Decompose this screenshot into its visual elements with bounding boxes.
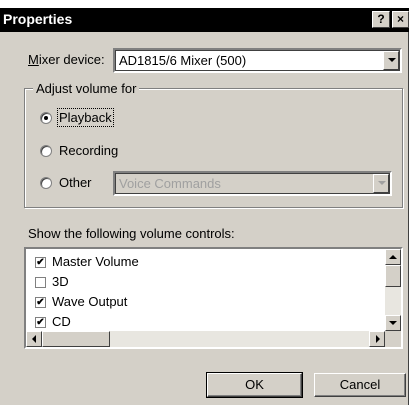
checkbox-master-volume[interactable]: ✔ <box>35 257 46 268</box>
other-device-value: Voice Commands <box>119 176 221 191</box>
mixer-device-label: Mixer device: <box>28 52 105 67</box>
arrow-left-icon <box>32 335 36 343</box>
chevron-down-icon <box>378 181 386 185</box>
other-device-combo: Voice Commands <box>113 171 392 196</box>
help-button[interactable]: ? <box>372 11 390 28</box>
scrollbar-corner <box>385 331 401 347</box>
volume-controls-label: Show the following volume controls: <box>28 226 235 241</box>
arrow-down-icon <box>389 321 397 325</box>
radio-playback-label[interactable]: Playback <box>57 108 114 127</box>
top-edge <box>0 0 409 8</box>
checkbox-3d[interactable] <box>35 277 46 288</box>
radio-other-label[interactable]: Other <box>59 175 92 190</box>
list-item-label: 3D <box>52 274 69 289</box>
checkbox-cd[interactable]: ✔ <box>35 317 46 328</box>
window-title: Properties <box>3 11 73 27</box>
arrow-right-icon <box>376 335 380 343</box>
ok-button[interactable]: OK <box>206 372 303 398</box>
horizontal-scrollbar[interactable] <box>26 331 385 347</box>
scroll-right-button[interactable] <box>369 331 385 347</box>
list-item-label: Master Volume <box>52 254 139 269</box>
title-bar: Properties ? × <box>0 8 409 32</box>
mixer-device-dropdown-button[interactable] <box>383 51 399 70</box>
close-button[interactable]: × <box>392 11 409 28</box>
arrow-up-icon <box>389 255 397 259</box>
volume-controls-list[interactable]: ✔ Master Volume 3D ✔ Wave Output ✔ CD <box>24 247 403 349</box>
radio-other-indicator[interactable] <box>40 177 52 189</box>
radio-recording-indicator[interactable] <box>40 145 52 157</box>
mixer-device-value: AD1815/6 Mixer (500) <box>119 53 247 68</box>
chevron-down-icon <box>388 58 396 62</box>
checkbox-wave-output[interactable]: ✔ <box>35 297 46 308</box>
list-item-label: CD <box>52 314 71 329</box>
horizontal-scroll-thumb[interactable] <box>42 331 110 347</box>
scroll-left-button[interactable] <box>26 331 42 347</box>
cancel-button[interactable]: Cancel <box>314 373 406 397</box>
radio-playback-indicator[interactable] <box>40 112 52 124</box>
other-device-dropdown-button <box>373 174 389 193</box>
scroll-up-button[interactable] <box>385 249 401 265</box>
radio-recording-label[interactable]: Recording <box>59 143 118 158</box>
vertical-scrollbar[interactable] <box>385 249 401 331</box>
vertical-scroll-thumb[interactable] <box>385 265 401 287</box>
adjust-volume-title: Adjust volume for <box>33 81 140 96</box>
list-item-label: Wave Output <box>52 294 128 309</box>
scroll-down-button[interactable] <box>385 315 401 331</box>
mixer-device-combo[interactable]: AD1815/6 Mixer (500) <box>113 48 402 73</box>
